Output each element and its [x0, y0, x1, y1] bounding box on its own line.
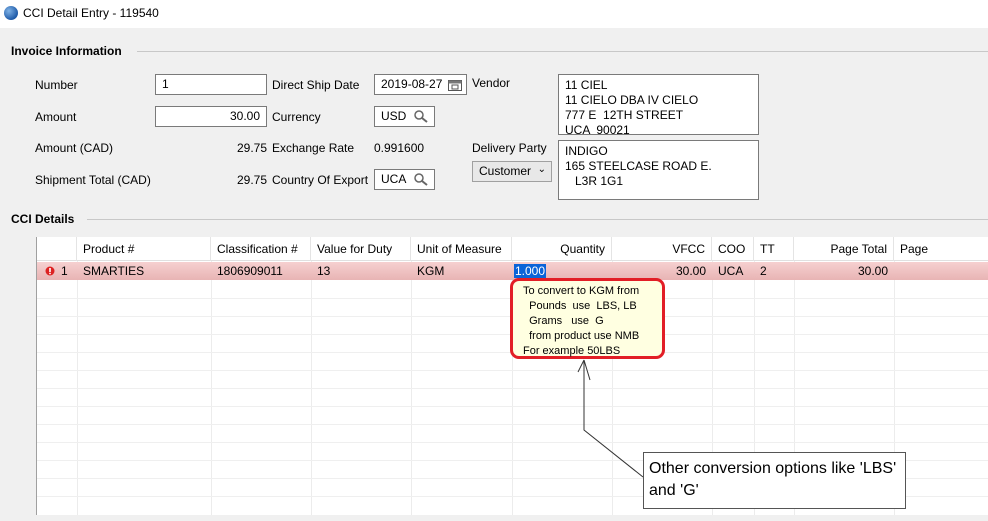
callout-connector — [577, 359, 644, 478]
annotation-callout: Other conversion options like 'LBS' and … — [643, 452, 906, 509]
